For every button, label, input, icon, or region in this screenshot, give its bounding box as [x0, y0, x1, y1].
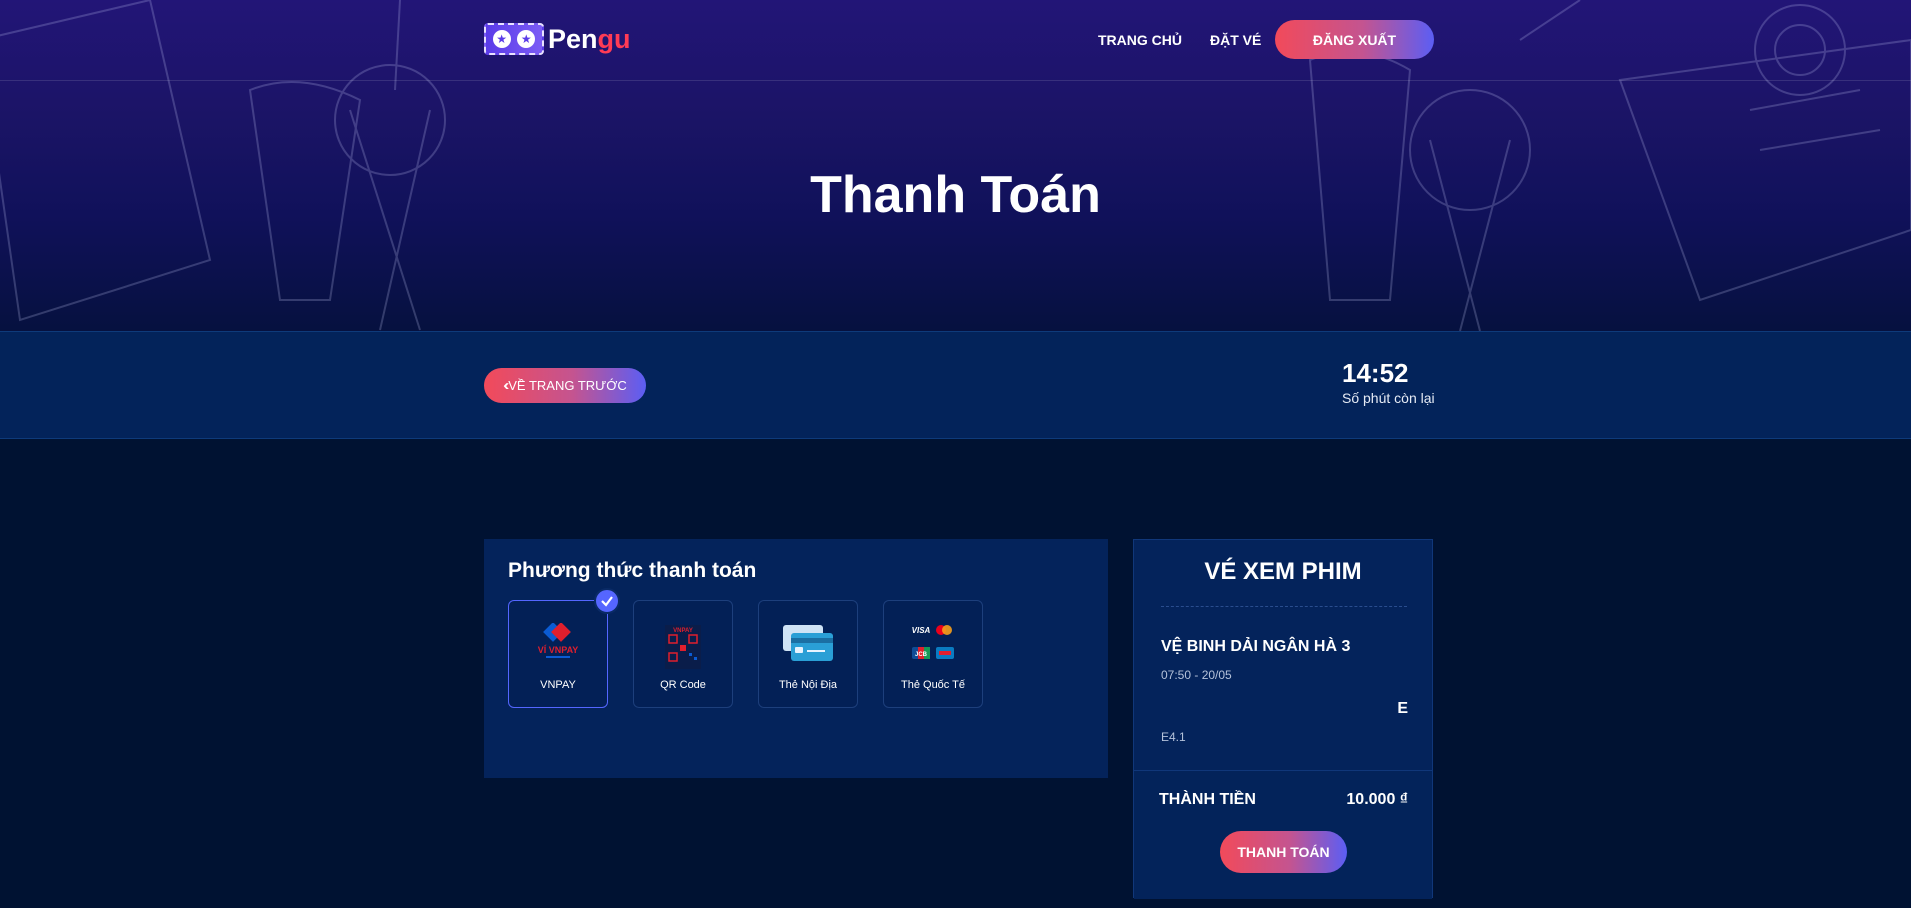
timer-label: Số phút còn lại [1342, 390, 1435, 406]
info-bar: ‹‹ VỀ TRANG TRƯỚC 14:52 Số phút còn lại [0, 331, 1911, 439]
ticket-logo-icon: ★ ★ [484, 23, 544, 55]
svg-text:JCB: JCB [915, 652, 928, 658]
payment-method-label: Thẻ Quốc Tế [901, 679, 965, 691]
nav-links: TRANG CHỦ ĐẶT VÉ [1098, 20, 1289, 60]
pay-button[interactable]: THANH TOÁN [1220, 831, 1347, 873]
ticket-summary-panel: VÉ XEM PHIM VỆ BINH DẢI NGÂN HÀ 3 07:50 … [1133, 539, 1433, 899]
total-value: 10.000 ₫ [1346, 791, 1408, 808]
selected-check-icon [594, 588, 620, 614]
back-button[interactable]: ‹‹ VỀ TRANG TRƯỚC [484, 368, 646, 403]
payment-method-vnpay[interactable]: VÍ VNPAY VNPAY [508, 600, 608, 708]
domestic-card-icon [783, 625, 833, 661]
vnpay-icon: VÍ VNPAY [538, 623, 579, 658]
svg-text:VÍ VNPAY: VÍ VNPAY [538, 645, 579, 655]
countdown-timer: 14:52 Số phút còn lại [1342, 358, 1435, 406]
nav-link-home[interactable]: TRANG CHỦ [1098, 32, 1182, 48]
top-navbar: ★ ★ Pengu TRANG CHỦ ĐẶT VÉ ĐĂNG XUẤT [0, 0, 1911, 81]
seat-code: E4.1 [1161, 730, 1186, 744]
hero-banner: ★ ★ Pengu TRANG CHỦ ĐẶT VÉ ĐĂNG XUẤT Than… [0, 0, 1911, 331]
payment-method-qr-code[interactable]: VNPAY QR Code [633, 600, 733, 708]
ticket-divider [1161, 606, 1407, 607]
payment-methods-title: Phương thức thanh toán [508, 559, 757, 582]
pengu-logo[interactable]: ★ ★ Pengu [484, 22, 631, 56]
payment-method-label: Thẻ Nội Địa [778, 679, 838, 691]
payment-method-label: QR Code [660, 679, 706, 691]
double-chevron-left-icon: ‹‹ [503, 377, 509, 394]
total-label: THÀNH TIỀN [1159, 791, 1256, 808]
showtime: 07:50 - 20/05 [1161, 668, 1232, 682]
svg-text:VISA: VISA [912, 626, 931, 635]
movie-name: VỆ BINH DẢI NGÂN HÀ 3 [1161, 638, 1351, 655]
nav-link-booking[interactable]: ĐẶT VÉ [1210, 32, 1261, 48]
svg-text:VNPAY: VNPAY [673, 628, 693, 634]
logout-button[interactable]: ĐĂNG XUẤT [1275, 20, 1434, 59]
total-section: THÀNH TIỀN 10.000 ₫ THANH TOÁN [1134, 770, 1432, 899]
payment-method-domestic-card[interactable]: Thẻ Nội Địa [758, 600, 858, 708]
seat-row: E [1397, 700, 1408, 717]
timer-value: 14:52 [1342, 358, 1409, 388]
payment-method-label: VNPAY [540, 679, 576, 691]
ticket-title: VÉ XEM PHIM [1204, 558, 1362, 585]
back-button-label: VỀ TRANG TRƯỚC [508, 378, 627, 393]
page-title: Thanh Toán [810, 166, 1101, 224]
qr-code-icon: VNPAY [665, 625, 701, 669]
logo-text: Pengu [548, 23, 631, 54]
international-card-icon: VISA JCB [912, 625, 954, 659]
payment-methods-panel: Phương thức thanh toán VÍ VNPAY VNPAY VN… [484, 539, 1108, 778]
payment-method-international-card[interactable]: VISA JCB Thẻ Quốc Tế [883, 600, 983, 708]
